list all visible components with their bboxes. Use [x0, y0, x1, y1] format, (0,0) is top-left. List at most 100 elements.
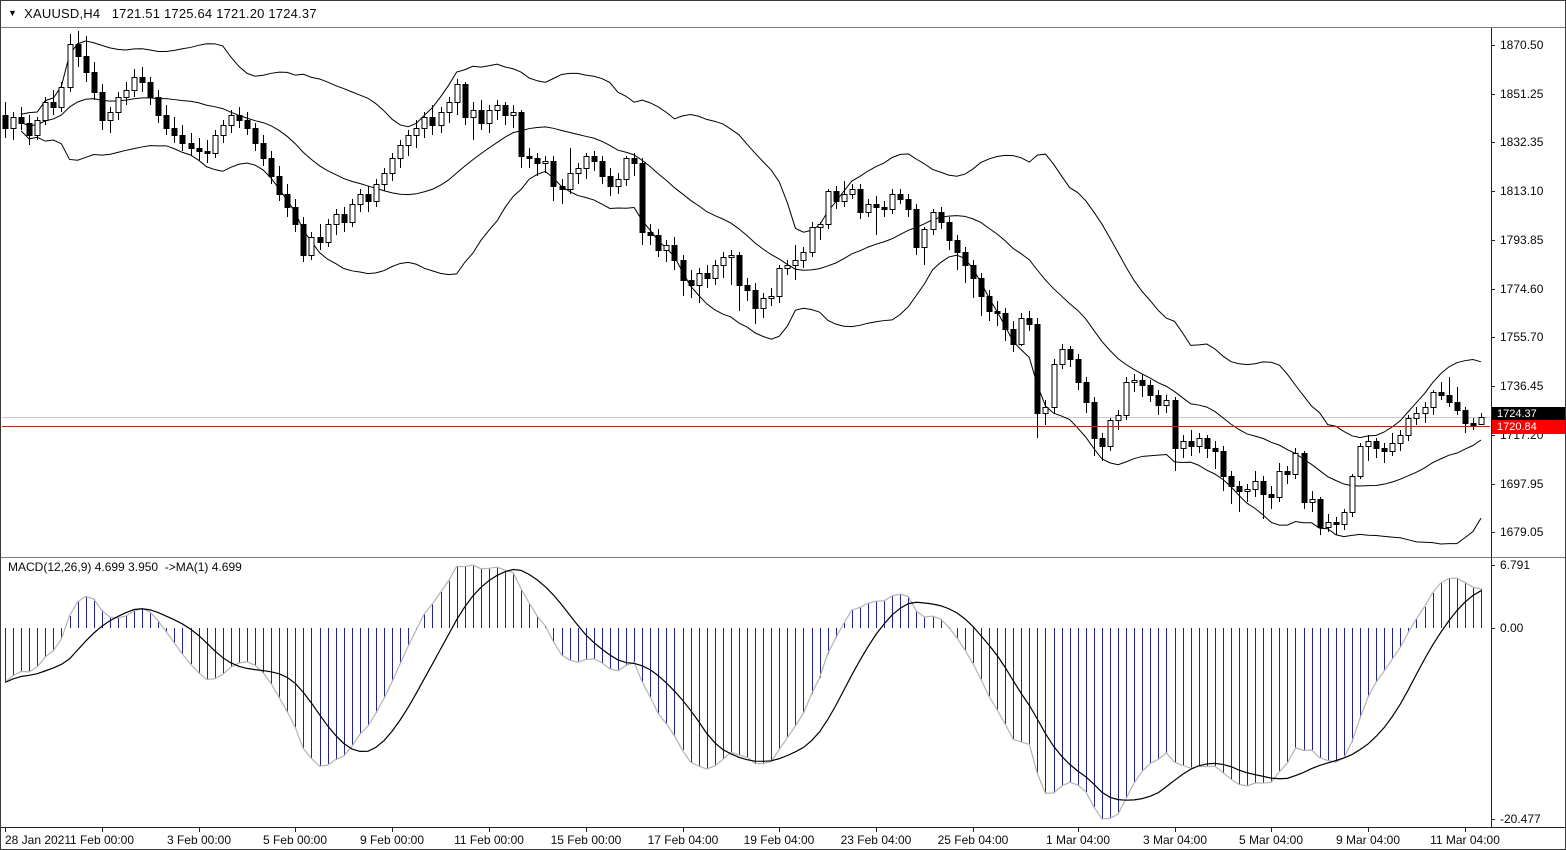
- candle-body: [479, 111, 484, 124]
- macd-axis-label: 0.00: [1500, 621, 1524, 635]
- time-axis-label: 25 Feb 04:00: [938, 833, 1009, 847]
- candle-body: [979, 279, 984, 297]
- price-axis-label: 1851.25: [1500, 87, 1544, 101]
- candle-body: [592, 157, 597, 162]
- price-axis-label: 1679.05: [1500, 525, 1544, 539]
- price-axis-label: 1793.85: [1500, 233, 1544, 247]
- candle-body: [382, 174, 387, 185]
- candle-body: [858, 190, 863, 213]
- candle-body: [1035, 325, 1040, 414]
- candle-body: [874, 205, 879, 208]
- candle-body: [1318, 500, 1323, 528]
- candle-body: [1471, 424, 1476, 426]
- price-axis-label: 1697.95: [1500, 477, 1544, 491]
- candle-body: [777, 269, 782, 297]
- candle-body: [1156, 396, 1161, 406]
- candle-body: [1447, 396, 1452, 403]
- candle-body: [285, 195, 290, 208]
- candle-body: [390, 159, 395, 174]
- candle-body: [769, 297, 774, 299]
- price-axis-label: 1870.50: [1500, 38, 1544, 52]
- candle-body: [342, 215, 347, 223]
- candle-body: [1455, 403, 1460, 411]
- candle-body: [1390, 444, 1395, 452]
- candle-body: [19, 118, 24, 124]
- time-axis-label: 3 Feb 00:00: [167, 833, 231, 847]
- candle-body: [1398, 436, 1403, 444]
- macd-indicator-label: MACD(12,26,9) 4.699 3.950 ->MA(1) 4.699: [8, 560, 242, 574]
- candle-body: [253, 129, 258, 144]
- candle-body: [487, 111, 492, 124]
- candle-body: [1439, 393, 1444, 396]
- candle-body: [1342, 513, 1347, 525]
- candle-body: [898, 195, 903, 200]
- candle-body: [745, 286, 750, 291]
- candle-body: [309, 238, 314, 256]
- candle-body: [721, 258, 726, 266]
- candle-body: [729, 256, 734, 258]
- candle-body: [995, 312, 1000, 314]
- bid-price-tag: 1720.84: [1492, 420, 1566, 434]
- candle-body: [640, 164, 645, 233]
- candle-body: [277, 177, 282, 195]
- time-axis-label: 15 Feb 00:00: [551, 833, 622, 847]
- candle-body: [1100, 439, 1105, 447]
- candle-body: [672, 246, 677, 261]
- candle-body: [1164, 401, 1169, 406]
- candle-body: [801, 253, 806, 261]
- candle-body: [1221, 452, 1226, 477]
- candle-body: [358, 195, 363, 205]
- candle-body: [213, 136, 218, 154]
- candle-body: [140, 78, 145, 83]
- price-axis-label: 1832.35: [1500, 135, 1544, 149]
- candle-body: [922, 230, 927, 248]
- candle-body: [914, 210, 919, 248]
- candle-body: [1302, 454, 1307, 503]
- candle-body: [689, 281, 694, 286]
- symbol-dropdown-icon[interactable]: ▼: [8, 8, 17, 18]
- time-axis-label: 17 Feb 04:00: [648, 833, 719, 847]
- candle-body: [237, 116, 242, 121]
- candle-body: [374, 185, 379, 202]
- candle-body: [850, 190, 855, 195]
- chart-canvas[interactable]: 1870.501851.251832.351813.101793.851774.…: [1, 1, 1566, 850]
- candle-body: [1414, 414, 1419, 419]
- candle-body: [148, 83, 153, 98]
- candle-body: [947, 223, 952, 241]
- candle-body: [59, 88, 64, 108]
- macd-axis-label: -20.477: [1500, 812, 1541, 826]
- time-axis-label: 3 Mar 04:00: [1143, 833, 1207, 847]
- candle-body: [1076, 360, 1081, 383]
- symbol-ohlc-header: ▼XAUUSD,H4 1721.51 1725.64 1721.20 1724.…: [8, 6, 317, 21]
- candle-body: [713, 266, 718, 279]
- candle-body: [269, 159, 274, 177]
- candle-body: [366, 195, 371, 202]
- candle-body: [535, 159, 540, 164]
- candle-body: [27, 124, 32, 136]
- candle-body: [1285, 472, 1290, 475]
- last-price-tag: 1724.37: [1492, 407, 1566, 421]
- candle-body: [987, 297, 992, 312]
- time-axis-label: 28 Jan 2021: [5, 833, 71, 847]
- candle-body: [414, 129, 419, 136]
- candle-body: [600, 162, 605, 177]
- time-axis-label: 9 Feb 00:00: [360, 833, 424, 847]
- candle-body: [632, 159, 637, 164]
- candle-body: [92, 73, 97, 93]
- candle-body: [834, 192, 839, 202]
- candle-body: [608, 177, 613, 187]
- candle-body: [1011, 330, 1016, 345]
- candle-body: [1277, 472, 1282, 498]
- candle-body: [447, 103, 452, 113]
- candle-body: [1261, 482, 1266, 495]
- candle-body: [511, 113, 516, 116]
- candle-body: [1019, 319, 1024, 345]
- candle-body: [761, 299, 766, 309]
- candle-body: [124, 91, 129, 98]
- time-axis-label: 5 Feb 00:00: [263, 833, 327, 847]
- candle-body: [293, 208, 298, 225]
- candle-body: [1197, 439, 1202, 447]
- candle-body: [737, 256, 742, 286]
- time-axis-label: 5 Mar 04:00: [1239, 833, 1303, 847]
- candle-body: [132, 78, 137, 91]
